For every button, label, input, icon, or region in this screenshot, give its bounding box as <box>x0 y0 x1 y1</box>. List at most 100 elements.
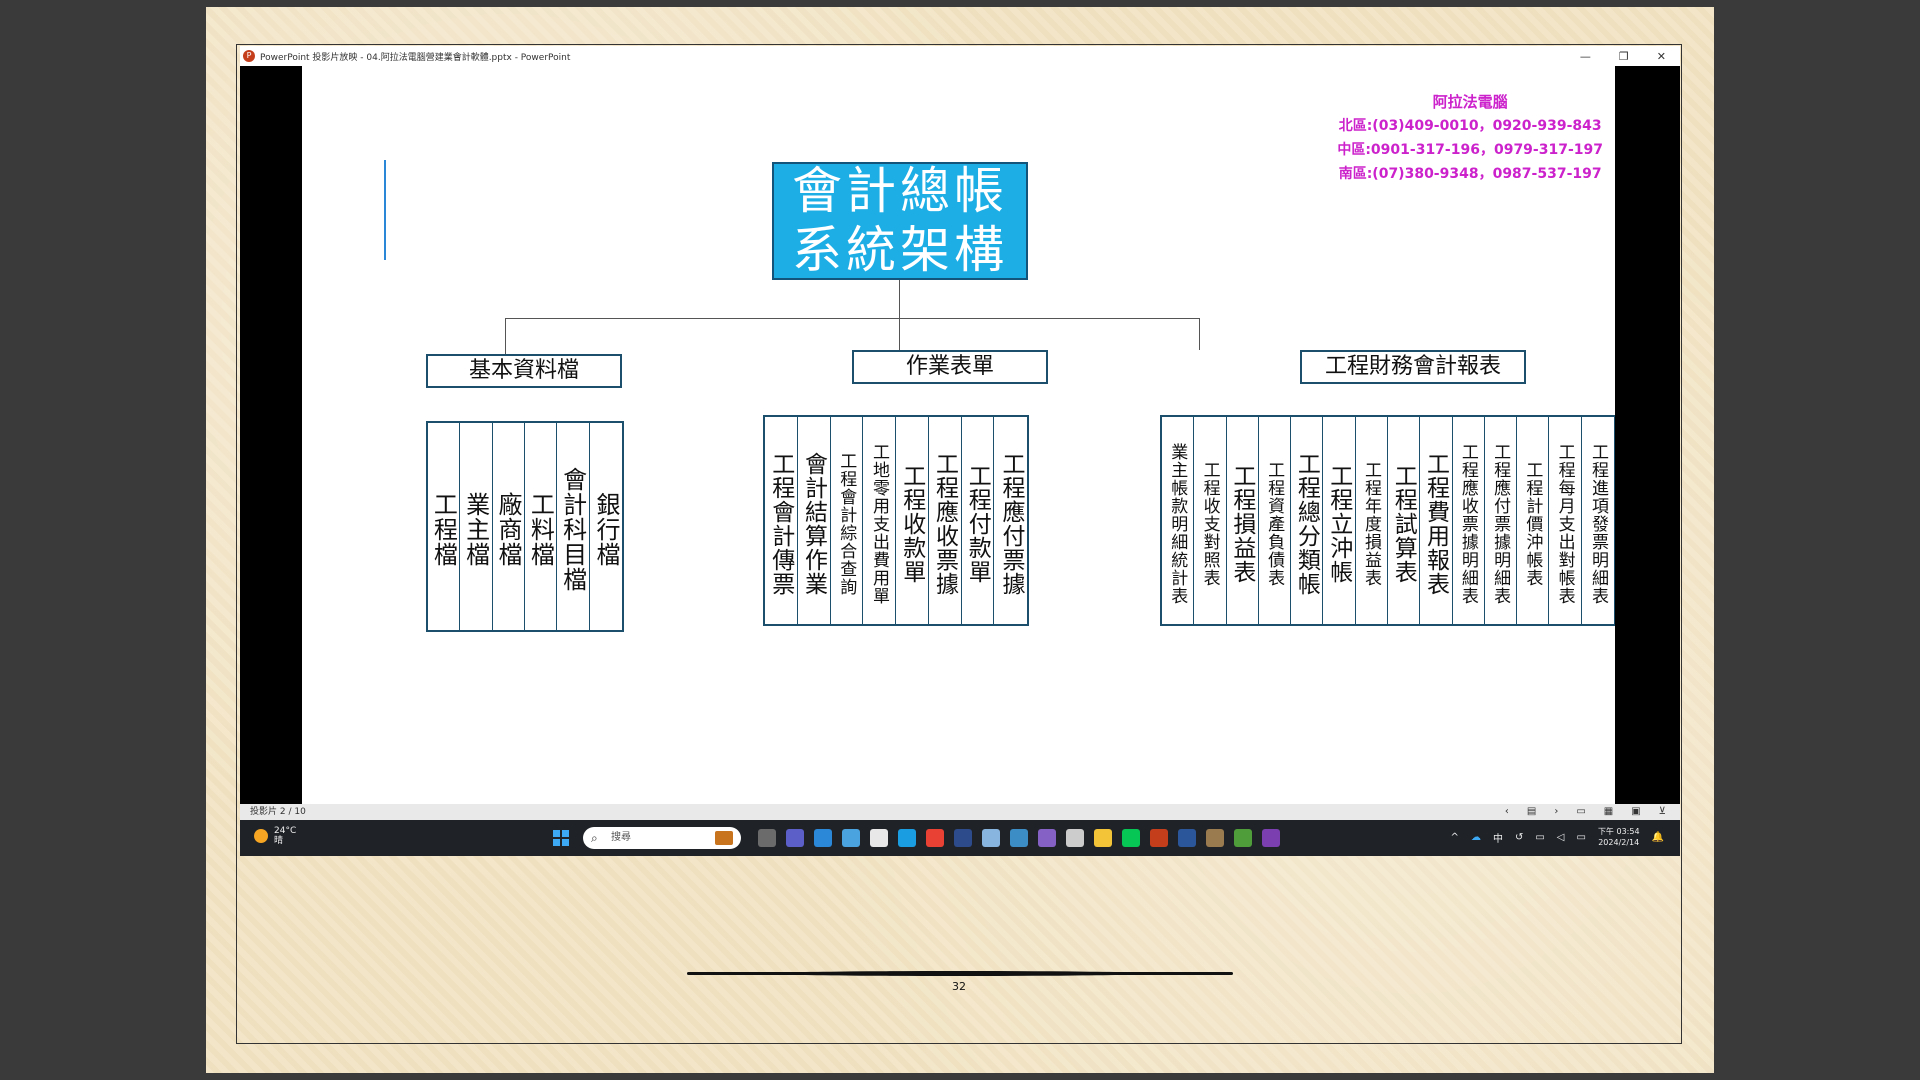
start-button[interactable] <box>553 830 569 846</box>
weather-widget[interactable]: 24°C 晴 <box>254 826 296 846</box>
contact-central: 中區:0901-317-196，0979-317-197 <box>1337 142 1603 158</box>
org-item: 業主檔 <box>460 423 493 630</box>
org-item: 工程費用報表 <box>1420 417 1453 624</box>
weather-temp: 24°C <box>274 826 297 836</box>
org-item: 工程應收票據 <box>929 417 962 624</box>
store-icon[interactable] <box>870 829 888 847</box>
root-title-line2: 系統架構 <box>792 221 1008 279</box>
company-name: 阿拉法電腦 <box>1432 93 1508 111</box>
title-bar: P PowerPoint 投影片放映 - 04.阿拉法電腦營建業會計軟體.ppt… <box>240 46 1680 66</box>
report-items-group: 業主帳款明細統計表 工程收支對照表 工程損益表 工程資產負債表 工程總分類帳 工程立沖帳工… <box>1160 415 1615 626</box>
search-highlight-icon <box>715 831 733 845</box>
contact-info: 阿拉法電腦 北區:(03)409-0010，0920-939-843 中區:09… <box>1337 90 1603 186</box>
status-bar: 投影片 2 / 10 ‹ ▤ › ▭ ▦ ▣ ⊻ <box>240 804 1680 820</box>
normal-view-icon[interactable]: ▭ <box>1576 804 1585 820</box>
org-item: 工程進項發票明細表 <box>1587 442 1608 605</box>
restore-button[interactable]: ❐ <box>1619 50 1629 63</box>
chrome-icon[interactable] <box>926 829 944 847</box>
org-item: 銀行檔 <box>591 492 620 567</box>
remote-desktop-icon[interactable] <box>842 829 860 847</box>
chrome-alt-icon[interactable] <box>1234 829 1252 847</box>
app-icon-17[interactable] <box>1206 829 1224 847</box>
slide-counter: 投影片 2 / 10 <box>250 807 306 817</box>
reading-view-icon[interactable]: ▣ <box>1631 804 1640 820</box>
notification-icon[interactable]: 🔔 <box>1652 832 1664 843</box>
footer-divider <box>687 971 1233 976</box>
org-item: 工程計價沖帳表 <box>1517 417 1550 624</box>
category-basic: 基本資料檔 <box>426 354 622 388</box>
org-item: 工程每月支出對帳表 <box>1549 417 1582 624</box>
close-button[interactable]: ✕ <box>1657 50 1666 63</box>
edge-icon[interactable] <box>898 829 916 847</box>
category-reports: 工程財務會計報表 <box>1300 350 1526 384</box>
teams-icon[interactable] <box>786 829 804 847</box>
system-tray: ^ ☁ 中 ↺ ▭ ◁ ▭ 下午 03:54 2024/2/14 🔔 <box>1451 826 1664 848</box>
org-item: 工程檔 <box>428 423 461 630</box>
line-icon[interactable] <box>1122 829 1140 847</box>
root-title-line1: 會計總帳 <box>792 162 1008 220</box>
page-number: 32 <box>952 980 966 993</box>
basic-items-group: 工程檔 業主檔 廠商檔 工料檔 會計科目檔 銀行檔 <box>426 421 624 632</box>
file-explorer-icon[interactable] <box>1094 829 1112 847</box>
search-box[interactable]: ⌕ 搜尋 <box>583 827 741 849</box>
menu-icon[interactable]: ▤ <box>1527 804 1536 820</box>
org-item: 業主帳款明細統計表 <box>1162 417 1195 624</box>
text-cursor <box>384 160 386 260</box>
slide-canvas: 阿拉法電腦 北區:(03)409-0010，0920-939-843 中區:09… <box>302 66 1615 804</box>
sorter-view-icon[interactable]: ▦ <box>1604 804 1613 820</box>
ime-indicator[interactable]: 中 <box>1493 830 1503 845</box>
taskbar: 24°C 晴 ⌕ 搜尋 ^ ☁ 中 ↺ ▭ ◁ ▭ 下午 03:54 2024/… <box>240 820 1680 856</box>
powerpoint-taskbar-icon[interactable] <box>1150 829 1168 847</box>
org-item: 會計科目檔 <box>557 423 590 630</box>
org-item: 工程付款單 <box>962 417 995 624</box>
org-item: 工程收支對照表 <box>1194 417 1227 624</box>
root-node: 會計總帳 系統架構 <box>772 162 1028 280</box>
battery-icon[interactable]: ▭ <box>1576 832 1585 843</box>
org-item: 工程立沖帳 <box>1323 417 1356 624</box>
org-item: 廠商檔 <box>493 423 525 630</box>
task-view-icon[interactable] <box>758 829 776 847</box>
category-forms: 作業表單 <box>852 350 1048 384</box>
window-title: PowerPoint 投影片放映 - 04.阿拉法電腦營建業會計軟體.pptx … <box>260 52 571 63</box>
form-items-group: 工程會計傳票 會計結算作業 工程會計綜合查詢 工地零用支出費用單 工程收款單 工程應收票據… <box>763 415 1029 626</box>
org-item: 工程資產負債表 <box>1259 417 1292 624</box>
volume-icon[interactable]: ◁ <box>1557 832 1565 843</box>
chevron-up-icon[interactable]: ^ <box>1451 832 1459 843</box>
powerpoint-icon: P <box>243 50 255 62</box>
photos-icon[interactable] <box>982 829 1000 847</box>
taskbar-apps <box>758 829 1280 847</box>
onedrive-icon[interactable]: ☁ <box>1471 832 1481 843</box>
org-item: 會計結算作業 <box>798 417 831 624</box>
org-item: 工程應收票據明細表 <box>1453 417 1485 624</box>
connector-forms <box>899 318 900 350</box>
browser-icon[interactable] <box>1010 829 1028 847</box>
clock[interactable]: 下午 03:54 2024/2/14 <box>1598 826 1640 848</box>
app-icon-19[interactable] <box>1262 829 1280 847</box>
search-placeholder: 搜尋 <box>611 832 631 843</box>
weather-condition: 晴 <box>274 836 284 846</box>
clock-date: 2024/2/14 <box>1598 838 1640 847</box>
org-item: 工程年度損益表 <box>1356 417 1388 624</box>
search-icon: ⌕ <box>591 831 598 845</box>
org-item: 工程會計綜合查詢 <box>831 417 864 624</box>
next-slide-icon[interactable]: › <box>1554 804 1558 820</box>
slideshow-view-icon[interactable]: ⊻ <box>1659 804 1666 820</box>
snipping-tool-icon[interactable] <box>1066 829 1084 847</box>
prev-slide-icon[interactable]: ‹ <box>1505 804 1509 820</box>
org-item: 工地零用支出費用單 <box>863 417 896 624</box>
undo-icon[interactable]: ↺ <box>1515 832 1523 843</box>
org-item: 工程應付票據 <box>998 451 1024 596</box>
contact-north: 北區:(03)409-0010，0920-939-843 <box>1338 118 1602 134</box>
org-item: 工程會計傳票 <box>765 417 798 624</box>
connector-reports <box>1199 318 1200 350</box>
app-icon-8[interactable] <box>954 829 972 847</box>
minimize-button[interactable]: — <box>1580 50 1591 63</box>
contact-south: 南區:(07)380-9348，0987-537-197 <box>1338 166 1602 182</box>
word-icon[interactable] <box>1178 829 1196 847</box>
org-item: 工程損益表 <box>1227 417 1259 624</box>
visual-studio-icon[interactable] <box>1038 829 1056 847</box>
clock-time: 下午 03:54 <box>1597 827 1640 836</box>
network-icon[interactable]: ▭ <box>1535 832 1544 843</box>
powerpoint-window: P PowerPoint 投影片放映 - 04.阿拉法電腦營建業會計軟體.ppt… <box>240 46 1680 856</box>
notepad-icon[interactable] <box>814 829 832 847</box>
